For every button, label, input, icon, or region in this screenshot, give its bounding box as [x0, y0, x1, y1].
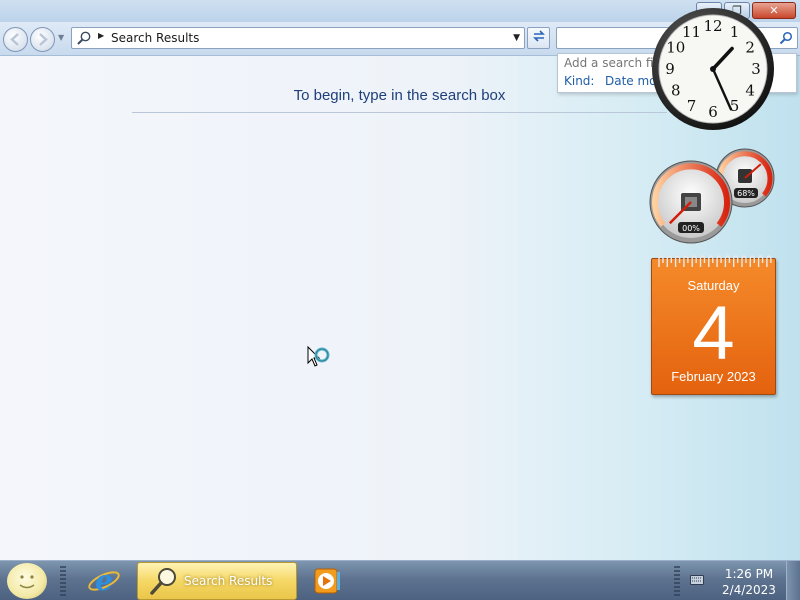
calendar-rings — [658, 255, 772, 267]
calendar-ring — [749, 255, 755, 267]
back-button[interactable] — [3, 27, 28, 52]
taskbar-task-label: Search Results — [184, 574, 273, 588]
clock-numeral: 2 — [745, 39, 755, 57]
calendar-day-number: 4 — [692, 291, 735, 376]
clock-gadget[interactable]: 12 12 3 45678 9 1011 — [651, 7, 775, 131]
calendar-month-year: February 2023 — [671, 369, 756, 384]
start-button[interactable] — [7, 563, 47, 599]
address-chevron-down-icon[interactable]: ▼ — [513, 33, 520, 43]
search-icon[interactable] — [779, 31, 793, 45]
tray-grip[interactable] — [674, 566, 680, 596]
clock-numeral: 5 — [730, 97, 740, 115]
calendar-ring — [766, 255, 772, 267]
show-desktop-button[interactable] — [786, 561, 800, 600]
back-arrow-icon — [10, 33, 19, 46]
taskbar-search-results-button[interactable]: Search Results — [137, 562, 297, 600]
breadcrumb-search-results[interactable]: Search Results — [111, 31, 199, 45]
user-face-icon — [19, 575, 35, 589]
clock-numeral: 8 — [671, 82, 681, 100]
cpu-meter-gadget[interactable]: 68% 00% — [648, 147, 778, 247]
calendar-ring — [683, 255, 689, 267]
search-icon — [150, 568, 176, 595]
svg-text:e: e — [95, 564, 113, 597]
clock-numeral: 10 — [666, 39, 685, 57]
calendar-ring — [674, 255, 681, 267]
filter-kind-link[interactable]: Kind: — [564, 74, 594, 88]
calendar-ring — [716, 255, 722, 267]
clock-numeral: 12 — [703, 17, 722, 35]
memory-chip-icon — [738, 169, 752, 183]
clock-numeral: 3 — [751, 60, 761, 78]
clock-numeral: 9 — [665, 60, 675, 78]
recent-pages-chevron-down-icon[interactable]: ▼ — [58, 33, 64, 42]
calendar-ring — [708, 255, 714, 267]
forward-button[interactable] — [30, 27, 55, 52]
calendar-ring — [691, 255, 697, 267]
tray-clock-time[interactable]: 1:26 PM — [712, 567, 786, 581]
taskbar-grip[interactable] — [60, 566, 66, 596]
media-player-icon[interactable] — [312, 567, 342, 595]
clock-numeral: 6 — [708, 103, 718, 121]
forward-arrow-icon — [39, 33, 48, 46]
refresh-button[interactable] — [527, 27, 550, 49]
calendar-ring — [699, 255, 706, 267]
calendar-ring — [741, 255, 747, 267]
calendar-ring — [733, 255, 739, 267]
taskbar: e Search Results 1:26 PM 2/4/2023 — [0, 560, 800, 600]
calendar-ring — [658, 255, 664, 267]
memory-percent-label: 68% — [737, 189, 755, 198]
clock-numeral: 4 — [745, 82, 755, 100]
refresh-icon — [532, 30, 545, 42]
address-bar[interactable]: ▶ Search Results ▼ — [71, 27, 525, 49]
calendar-gadget[interactable]: Saturday 4 February 2023 — [651, 255, 776, 395]
busy-cursor-icon — [307, 345, 330, 367]
cpu-percent-label: 00% — [682, 224, 700, 233]
calendar-ring — [724, 255, 731, 267]
calendar-ring — [666, 255, 672, 267]
breadcrumb-chevron-icon[interactable]: ▶ — [98, 31, 104, 40]
tray-clock-date[interactable]: 2/4/2023 — [712, 583, 786, 597]
internet-explorer-icon[interactable]: e — [86, 564, 122, 598]
search-icon — [77, 31, 91, 45]
calendar-ring — [757, 255, 764, 267]
clock-numeral: 1 — [730, 23, 740, 41]
clock-numeral: 11 — [682, 23, 701, 41]
clock-numeral: 7 — [687, 97, 697, 115]
keyboard-icon[interactable] — [690, 575, 704, 585]
empty-search-message: To begin, type in the search box — [293, 87, 506, 104]
message-divider — [132, 112, 667, 113]
